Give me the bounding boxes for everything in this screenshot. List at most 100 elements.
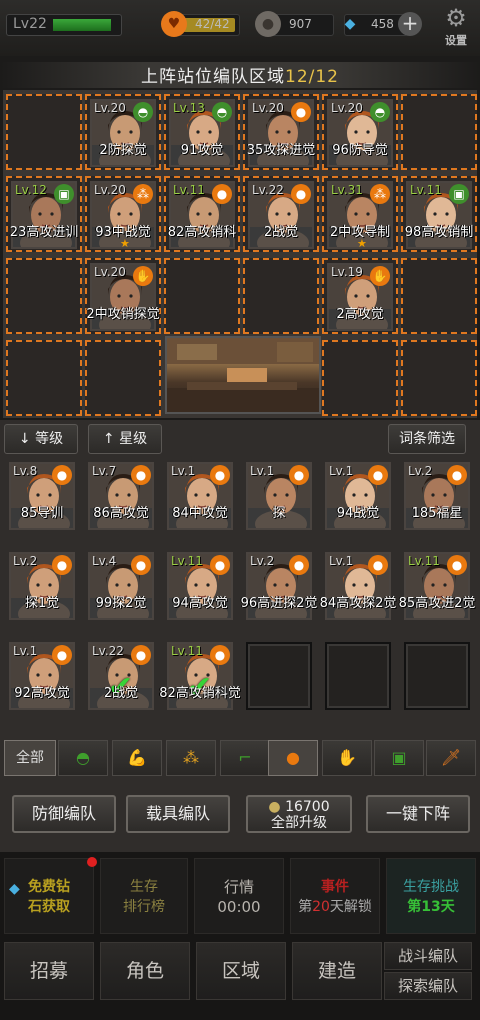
hero-level: Lv.2 bbox=[13, 554, 38, 568]
xp-progress-fill bbox=[53, 19, 111, 31]
empty-roster-slot bbox=[404, 642, 470, 710]
free-diamonds-line2: 石获取 bbox=[28, 899, 70, 915]
grenade-icon: ● bbox=[210, 645, 230, 665]
formation-slot[interactable] bbox=[85, 340, 161, 416]
hero-level: Lv.20 bbox=[252, 101, 284, 115]
diamond-icon: ◆ bbox=[344, 16, 356, 32]
muscle-icon: 💪 bbox=[127, 748, 147, 767]
area-button[interactable]: 区域 bbox=[196, 942, 286, 1000]
grenade-icon: ● bbox=[210, 555, 230, 575]
add-diamond-button[interactable]: + bbox=[398, 12, 422, 36]
survival-ranking-button[interactable]: 生存 排行榜 bbox=[100, 858, 188, 934]
category-strength-tab[interactable]: 💪 bbox=[112, 740, 162, 776]
sort-by-star-button[interactable]: ↑ 星级 bbox=[88, 424, 162, 454]
explore-team-button[interactable]: 探索编队 bbox=[384, 972, 472, 1000]
character-label: 角色 bbox=[125, 960, 164, 982]
hero-level: Lv.11 bbox=[173, 183, 205, 197]
grenade-icon: ● bbox=[289, 465, 309, 485]
settings-button[interactable]: ⚙ 设置 bbox=[436, 4, 476, 52]
build-button[interactable]: 建造 bbox=[292, 942, 382, 1000]
formation-count: 12/12 bbox=[285, 67, 339, 87]
gear-icon: ⚙ bbox=[445, 4, 467, 32]
hero-level: Lv.4 bbox=[92, 554, 117, 568]
defense-team-button[interactable]: 防御编队 bbox=[12, 795, 116, 833]
hero-level: Lv.20 bbox=[94, 101, 126, 115]
formation-slot[interactable] bbox=[401, 340, 477, 416]
helmet-icon: ◓ bbox=[76, 748, 90, 767]
grenade-icon: ● bbox=[368, 555, 388, 575]
fuel-icon: ▣ bbox=[54, 184, 74, 204]
formation-title: 上阵站位编队区域12/12 bbox=[0, 62, 480, 88]
notification-dot bbox=[87, 857, 97, 867]
upgrade-all-label: 全部升级 bbox=[271, 815, 327, 831]
grenade-icon: ● bbox=[52, 645, 72, 665]
empty-roster-slot bbox=[246, 642, 312, 710]
free-diamonds-button[interactable]: ◆ 免费钻 石获取 bbox=[4, 857, 97, 934]
formation-grid: Lv.20◓2防探觉 Lv.13◓91攻觉 Lv.20●35攻探进觉 bbox=[3, 90, 477, 418]
area-label: 区域 bbox=[221, 960, 260, 982]
sort-by-level-button[interactable]: ↓ 等级 bbox=[4, 424, 78, 454]
hero-name: 82高攻销科觉 bbox=[159, 686, 241, 701]
hero-level: Lv.22 bbox=[252, 183, 284, 197]
category-fuel-tab[interactable]: ▣ bbox=[374, 740, 424, 776]
recruit-button[interactable]: 招募 bbox=[4, 942, 94, 1000]
category-glove-tab[interactable]: ✋ bbox=[322, 740, 372, 776]
hero-name: 98高攻销制 bbox=[404, 225, 474, 240]
rank-line2: 排行榜 bbox=[123, 899, 165, 915]
hero-level: Lv.12 bbox=[15, 183, 47, 197]
formation-slot[interactable] bbox=[164, 258, 240, 334]
category-ammo-tab[interactable]: ⁂ bbox=[166, 740, 216, 776]
market-button[interactable]: 行情 00:00 bbox=[194, 858, 284, 934]
battle-team-button[interactable]: 战斗编队 bbox=[384, 942, 472, 970]
hero-level: Lv.1 bbox=[250, 464, 275, 478]
coin-value: 907 bbox=[289, 17, 312, 31]
category-helmet-tab[interactable]: ◓ bbox=[58, 740, 108, 776]
player-level: Lv22 bbox=[13, 16, 47, 32]
survival-challenge-button[interactable]: 生存挑战 第13天 bbox=[386, 858, 476, 934]
diamond-value: 458 bbox=[371, 17, 394, 31]
event-line2-post: 天解锁 bbox=[329, 899, 372, 915]
formation-slot[interactable] bbox=[243, 258, 319, 334]
trait-filter-button[interactable]: 词条筛选 bbox=[388, 424, 466, 454]
defense-team-label: 防御编队 bbox=[31, 804, 96, 823]
hero-name: 96防导觉 bbox=[332, 143, 388, 158]
trait-filter-label: 词条筛选 bbox=[399, 431, 455, 447]
upgrade-all-button[interactable]: ● 16700 全部升级 bbox=[246, 795, 352, 833]
grenade-icon: ● bbox=[131, 555, 151, 575]
formation-slot[interactable] bbox=[401, 258, 477, 334]
market-timer: 00:00 bbox=[217, 898, 261, 916]
formation-slot[interactable] bbox=[6, 94, 82, 170]
helmet-icon: ◓ bbox=[370, 102, 390, 122]
challenge-line1: 生存挑战 bbox=[403, 879, 459, 895]
upgrade-cost: 16700 bbox=[285, 799, 330, 815]
category-knife-tab[interactable]: 🗡 bbox=[426, 740, 476, 776]
rifle-icon: ⌐ bbox=[238, 748, 252, 767]
glove-icon: ✋ bbox=[370, 266, 390, 286]
grenade-icon: ● bbox=[131, 645, 151, 665]
battle-team-label: 战斗编队 bbox=[397, 947, 458, 965]
fuel-can-icon: ▣ bbox=[391, 748, 407, 767]
challenge-day: 第13天 bbox=[407, 899, 455, 915]
category-all-tab[interactable]: 全部 bbox=[4, 740, 56, 776]
scene-thumbnail bbox=[165, 336, 321, 414]
grenade-icon: ● bbox=[368, 465, 388, 485]
grenade-icon: ● bbox=[289, 555, 309, 575]
event-button[interactable]: 事件 第20天解锁 bbox=[290, 858, 380, 934]
formation-slot[interactable] bbox=[401, 94, 477, 170]
category-rifle-tab[interactable]: ⌐ bbox=[220, 740, 270, 776]
grenade-icon: ● bbox=[447, 555, 467, 575]
character-button[interactable]: 角色 bbox=[100, 942, 190, 1000]
grenade-icon: ● bbox=[291, 184, 311, 204]
hero-level: Lv.2 bbox=[408, 464, 433, 478]
formation-slot[interactable] bbox=[6, 340, 82, 416]
formation-slot[interactable] bbox=[6, 258, 82, 334]
remove-all-button[interactable]: 一键下阵 bbox=[366, 795, 470, 833]
grenade-icon: ● bbox=[286, 748, 300, 767]
formation-slot[interactable] bbox=[322, 340, 398, 416]
vehicle-team-button[interactable]: 载具编队 bbox=[126, 795, 230, 833]
explore-team-label: 探索编队 bbox=[397, 977, 458, 995]
helmet-icon: ◓ bbox=[212, 102, 232, 122]
empty-roster-slot bbox=[325, 642, 391, 710]
hero-level: Lv.11 bbox=[408, 554, 440, 568]
category-grenade-tab[interactable]: ● bbox=[268, 740, 318, 776]
